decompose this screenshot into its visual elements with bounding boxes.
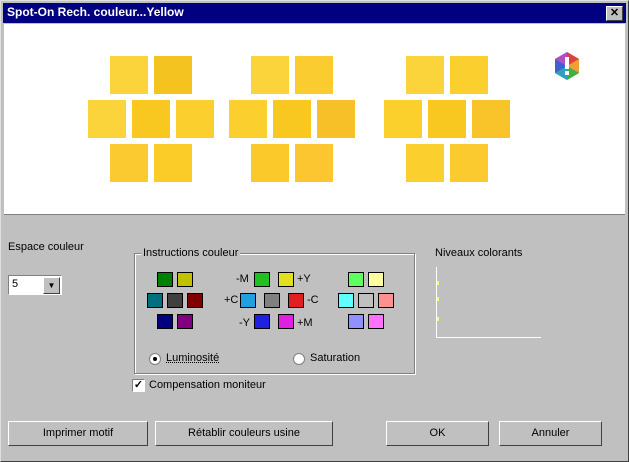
color-swatch[interactable] <box>229 100 267 138</box>
color-swatch[interactable] <box>273 100 311 138</box>
color-swatch[interactable] <box>251 144 289 182</box>
saturation-label[interactable]: Saturation <box>310 352 360 364</box>
instruction-color-box[interactable] <box>368 314 384 329</box>
espace-couleur-label: Espace couleur <box>8 241 84 253</box>
instruction-color-box[interactable] <box>288 293 304 308</box>
level-marker <box>437 317 439 321</box>
instruction-color-box[interactable] <box>254 272 270 287</box>
instruction-color-box[interactable] <box>338 293 354 308</box>
ok-button[interactable]: OK <box>386 421 489 446</box>
instruction-color-box[interactable] <box>278 314 294 329</box>
instruction-color-box[interactable] <box>368 272 384 287</box>
color-swatch[interactable] <box>176 100 214 138</box>
annuler-button[interactable]: Annuler <box>499 421 602 446</box>
color-swatch[interactable] <box>110 144 148 182</box>
y-plus-label: +Y <box>297 273 311 285</box>
color-preview-area <box>4 24 625 215</box>
color-swatch[interactable] <box>406 56 444 94</box>
instruction-color-box[interactable] <box>177 314 193 329</box>
instruction-color-box[interactable] <box>177 272 193 287</box>
close-button[interactable]: ✕ <box>606 6 623 21</box>
color-swatch[interactable] <box>295 144 333 182</box>
window-title: Spot-On Rech. couleur...Yellow <box>7 5 184 19</box>
instruction-color-box[interactable] <box>157 314 173 329</box>
espace-couleur-value: 5 <box>12 278 19 290</box>
m-plus-label: +M <box>297 317 313 329</box>
retablir-couleurs-button[interactable]: Rétablir couleurs usine <box>155 421 333 446</box>
compensation-label[interactable]: Compensation moniteur <box>149 379 266 391</box>
niveaux-colorants-display <box>436 267 541 338</box>
luminosite-radio[interactable] <box>149 353 161 365</box>
color-swatch[interactable] <box>154 144 192 182</box>
instruction-color-box[interactable] <box>348 314 364 329</box>
color-swatch[interactable] <box>317 100 355 138</box>
color-swatch[interactable] <box>450 144 488 182</box>
chevron-down-icon[interactable]: ▼ <box>43 277 60 294</box>
color-swatch[interactable] <box>251 56 289 94</box>
check-icon: ✓ <box>133 379 144 391</box>
color-swatch[interactable] <box>295 56 333 94</box>
level-marker <box>437 281 439 285</box>
niveaux-colorants-label: Niveaux colorants <box>435 247 523 259</box>
compensation-checkbox[interactable]: ✓ <box>132 379 145 392</box>
imprimer-motif-button[interactable]: Imprimer motif <box>8 421 148 446</box>
instructions-couleur-title: Instructions couleur <box>141 247 241 259</box>
color-swatch[interactable] <box>132 100 170 138</box>
instruction-color-box[interactable] <box>348 272 364 287</box>
instruction-color-box[interactable] <box>254 314 270 329</box>
title-bar: Spot-On Rech. couleur...Yellow ✕ <box>3 3 626 23</box>
spot-on-dialog: Spot-On Rech. couleur...Yellow ✕ Espace … <box>0 0 629 462</box>
instruction-color-box[interactable] <box>358 293 374 308</box>
instruction-color-box[interactable] <box>378 293 394 308</box>
color-swatch[interactable] <box>406 144 444 182</box>
color-swatch[interactable] <box>450 56 488 94</box>
instruction-color-box[interactable] <box>240 293 256 308</box>
instruction-color-box[interactable] <box>147 293 163 308</box>
color-swatch[interactable] <box>472 100 510 138</box>
instruction-color-box[interactable] <box>157 272 173 287</box>
warning-hexagon-icon <box>555 52 579 80</box>
color-swatch[interactable] <box>428 100 466 138</box>
m-minus-label: -M <box>236 273 249 285</box>
instruction-color-box[interactable] <box>187 293 203 308</box>
instruction-color-box[interactable] <box>278 272 294 287</box>
close-icon: ✕ <box>609 7 620 19</box>
instruction-color-box[interactable] <box>167 293 183 308</box>
color-swatch[interactable] <box>384 100 422 138</box>
level-marker <box>437 297 439 301</box>
luminosite-label[interactable]: Luminosité <box>166 352 219 364</box>
instruction-color-box[interactable] <box>264 293 280 308</box>
color-swatch[interactable] <box>154 56 192 94</box>
color-swatch[interactable] <box>110 56 148 94</box>
c-minus-label: -C <box>307 294 319 306</box>
y-minus-label: -Y <box>239 317 250 329</box>
espace-couleur-select[interactable]: 5 ▼ <box>8 275 62 295</box>
saturation-radio[interactable] <box>293 353 305 365</box>
radio-selected-dot <box>153 357 157 361</box>
c-plus-label: +C <box>224 294 239 306</box>
color-swatch[interactable] <box>88 100 126 138</box>
